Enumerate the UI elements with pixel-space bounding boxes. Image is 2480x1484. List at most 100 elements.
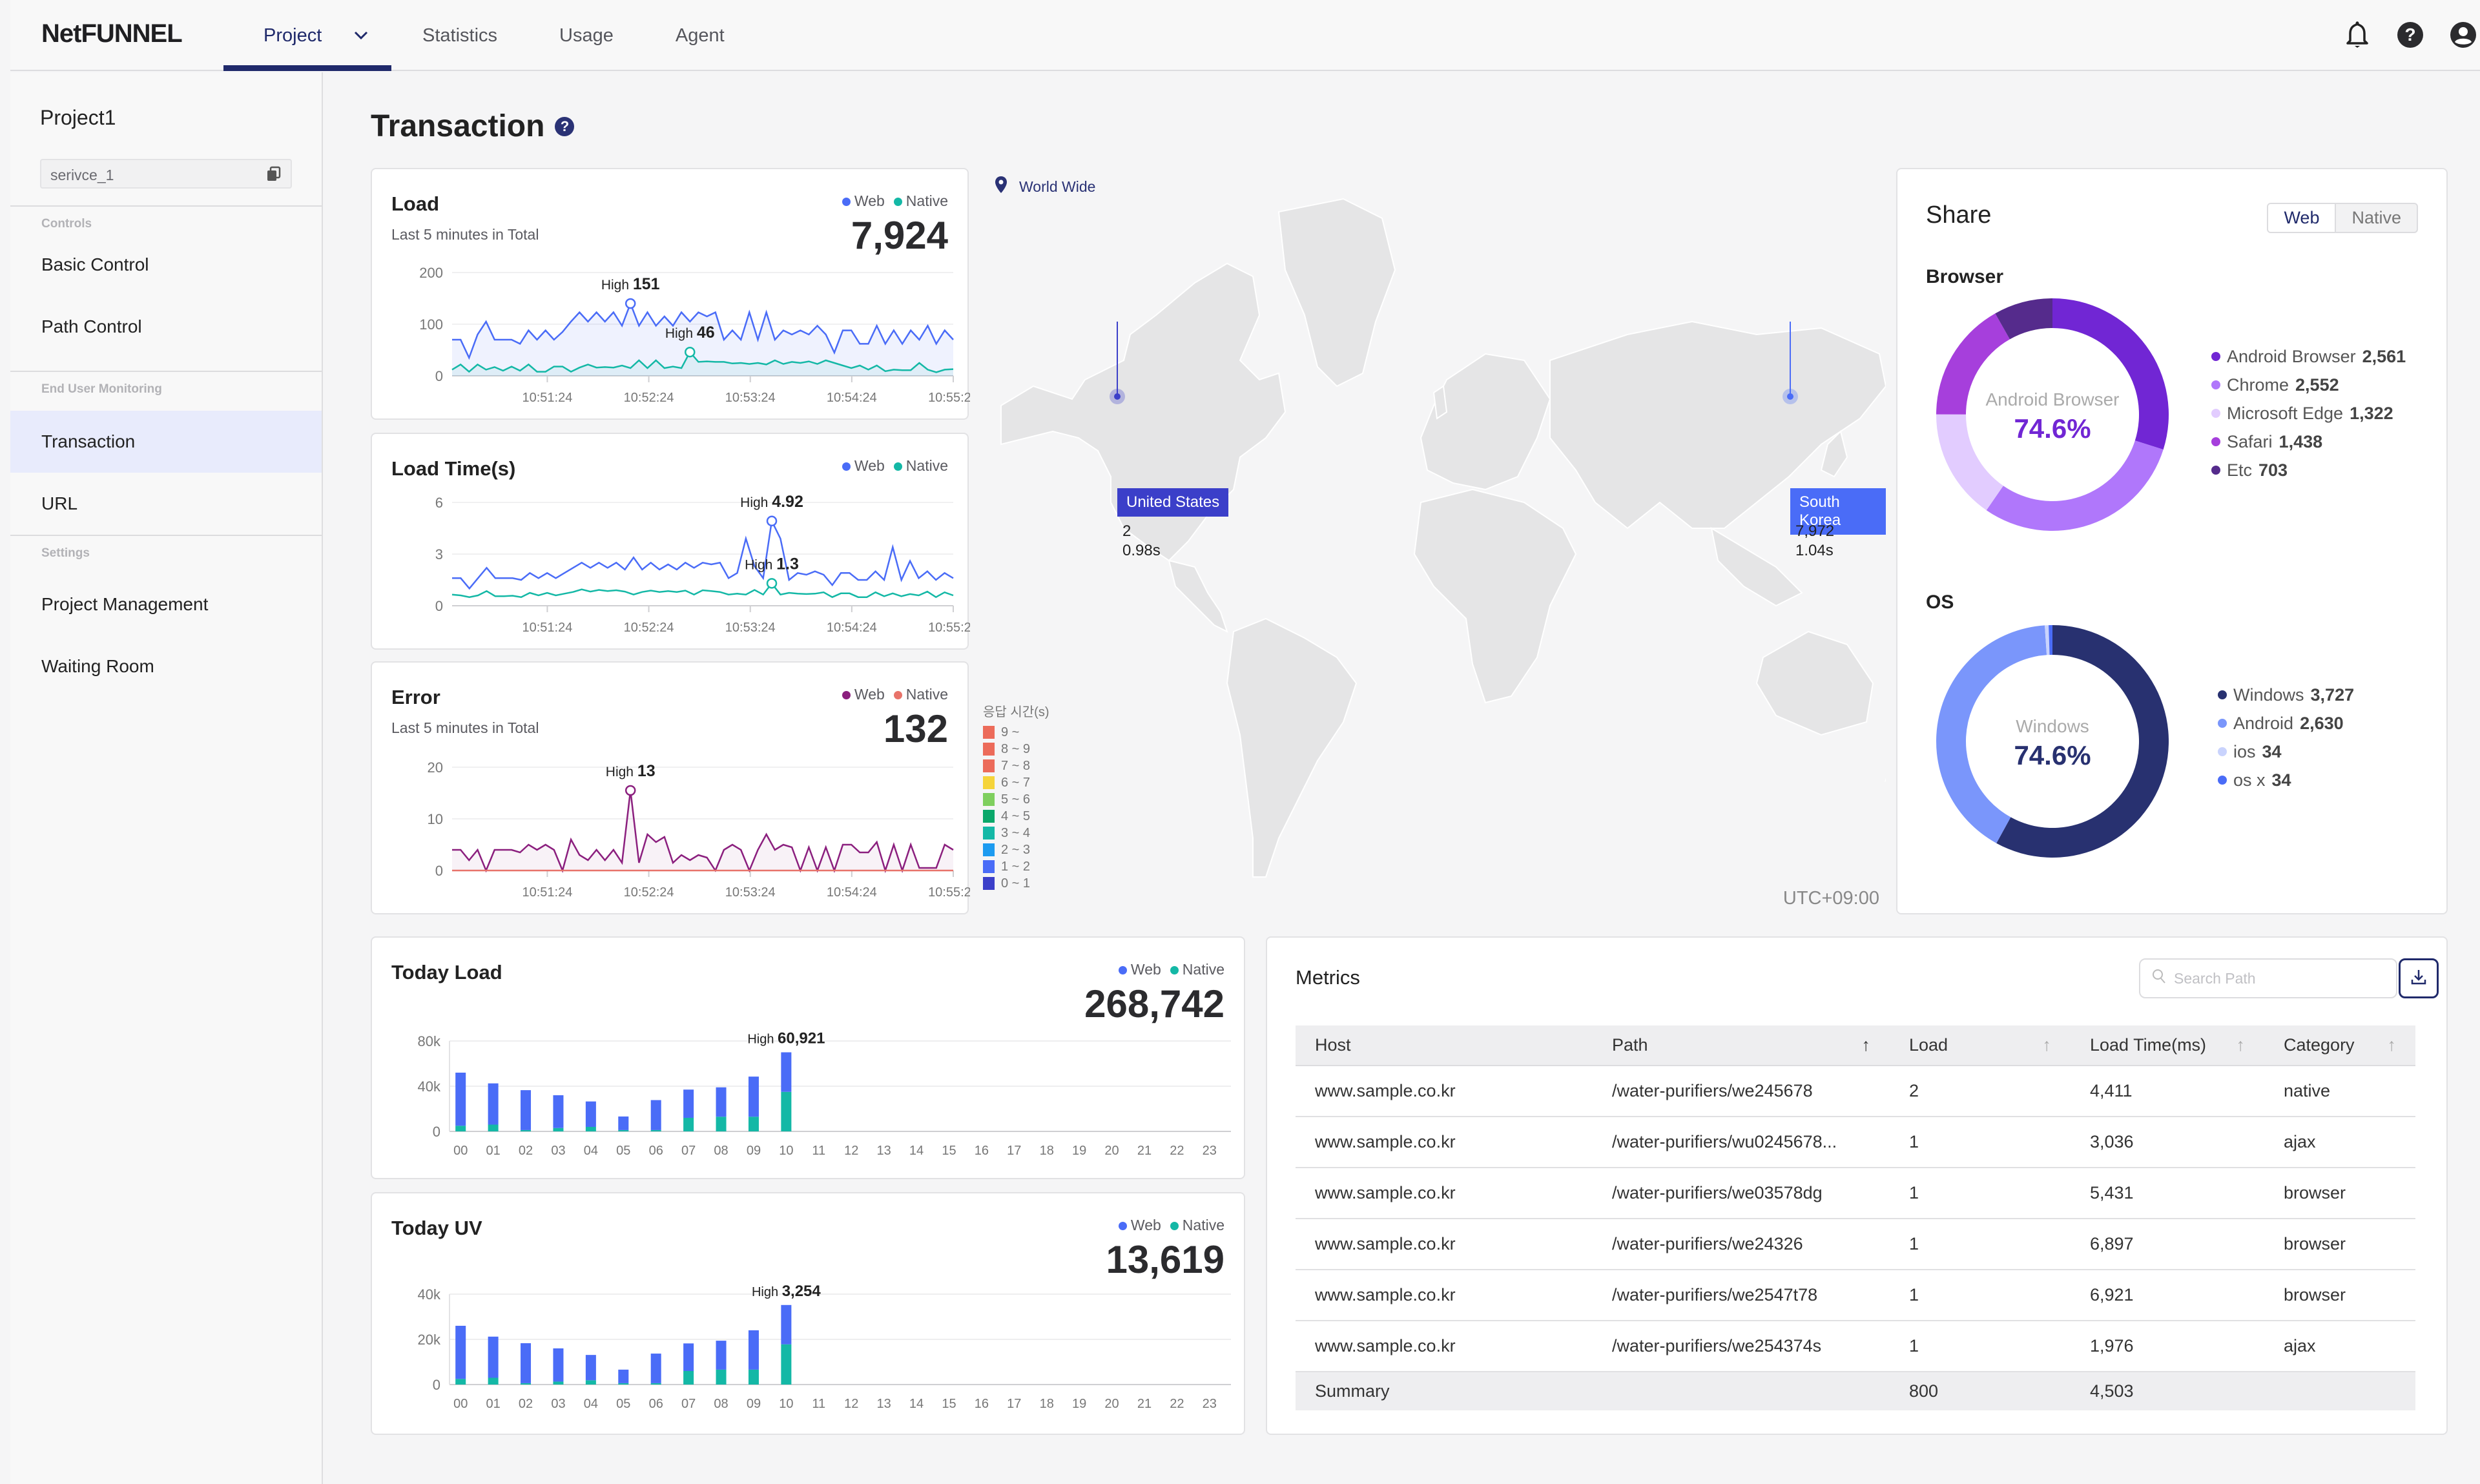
- legend-dot: [2218, 690, 2227, 699]
- load-time-card: Load Time(s) Web Native 0 3 6 10:51:24 10:52…: [371, 433, 970, 650]
- high-annotation: High 60,921: [747, 1030, 825, 1047]
- bar-native: [781, 1344, 792, 1385]
- legend-swatch: [983, 776, 995, 789]
- y-tick-label: 20: [428, 759, 443, 776]
- bar-native: [650, 1129, 661, 1131]
- map-marker-label-us[interactable]: United States: [1117, 488, 1229, 517]
- bar-native: [553, 1381, 564, 1385]
- legend-label: 6 ~ 7: [1001, 775, 1031, 790]
- table-row[interactable]: www.sample.co.kr/water-purifiers/wu02456…: [1296, 1117, 2415, 1168]
- project-name: Project1: [40, 106, 116, 129]
- help-icon[interactable]: ?: [555, 116, 575, 136]
- table-row[interactable]: www.sample.co.kr/water-purifiers/we24326…: [1296, 1219, 2415, 1270]
- table-row[interactable]: www.sample.co.kr/water-purifiers/we24567…: [1296, 1066, 2415, 1117]
- divider: [10, 205, 322, 207]
- table-row[interactable]: www.sample.co.kr/water-purifiers/we25437…: [1296, 1321, 2415, 1372]
- column-header-category[interactable]: Category ↑: [2264, 1025, 2415, 1066]
- cell-host: www.sample.co.kr: [1296, 1117, 1593, 1168]
- legend-label: ios: [2233, 742, 2256, 761]
- donut-center-value: 74.6%: [2014, 740, 2091, 770]
- cell-path: /water-purifiers/wu0245678...: [1593, 1117, 1890, 1168]
- sidebar-item-project-management[interactable]: Project Management: [10, 573, 322, 635]
- nav-item-project[interactable]: Project: [223, 0, 391, 71]
- legend-label: 1 ~ 2: [1001, 859, 1031, 874]
- donut-slice-chrome: [1986, 440, 2164, 531]
- cell-load: 1: [1890, 1117, 2071, 1168]
- nav-item-usage[interactable]: Usage: [528, 0, 645, 71]
- toggle-web[interactable]: Web: [2268, 204, 2337, 232]
- app-logo[interactable]: NetFUNNEL: [41, 19, 183, 48]
- column-header-load[interactable]: Load ↑: [1890, 1025, 2071, 1066]
- column-header-host[interactable]: Host: [1296, 1025, 1593, 1066]
- x-tick-label: 10: [779, 1397, 793, 1411]
- bar-native: [781, 1091, 792, 1131]
- column-header-load-time[interactable]: Load Time(ms) ↑: [2071, 1025, 2264, 1066]
- x-tick-label: 08: [714, 1144, 728, 1158]
- x-tick-label: 01: [486, 1397, 501, 1411]
- search-path-input[interactable]: [2174, 969, 2381, 987]
- legend-dot: [2211, 437, 2220, 446]
- download-button[interactable]: [2399, 958, 2439, 998]
- map-greenland: [1277, 198, 1396, 387]
- sort-arrow-icon[interactable]: ↑: [2043, 1035, 2052, 1055]
- high-point-marker: [766, 515, 778, 527]
- table-row[interactable]: www.sample.co.kr/water-purifiers/we03578…: [1296, 1168, 2415, 1219]
- legend-dot: [2211, 380, 2220, 389]
- bar-web: [650, 1100, 661, 1130]
- search-path-field[interactable]: [2139, 958, 2397, 998]
- sort-arrow-icon[interactable]: ↑: [2388, 1035, 2397, 1055]
- sidebar-item-url[interactable]: URL: [10, 473, 322, 535]
- x-tick-label: 02: [519, 1397, 533, 1411]
- legend-dot: [2218, 747, 2227, 756]
- cell-host: www.sample.co.kr: [1296, 1219, 1593, 1270]
- sidebar-item-waiting-room[interactable]: Waiting Room: [10, 635, 322, 697]
- legend-swatch: [983, 843, 995, 856]
- response-time-legend: 응답 시간(s) 9 ~ 8 ~ 9 7 ~ 8 6 ~ 7 5 ~ 6 4 ~ 5 3 ~…: [983, 701, 1049, 892]
- service-id-field[interactable]: serivce_1: [40, 159, 292, 189]
- world-map: [1000, 198, 1886, 878]
- section-label-settings: Settings: [41, 546, 90, 560]
- legend-dot: [2218, 719, 2227, 728]
- error-line-chart: 0 10 20 10:51:24 10:52:24 10:53:24 10:54:24 10:…: [428, 759, 970, 900]
- x-tick-label: 10:54:24: [827, 621, 877, 635]
- nav-item-statistics[interactable]: Statistics: [391, 0, 528, 71]
- copy-icon[interactable]: [266, 166, 282, 187]
- bar-native: [716, 1369, 727, 1385]
- sidebar-item-path-control[interactable]: Path Control: [10, 296, 322, 358]
- bar-native: [585, 1380, 596, 1385]
- help-icon[interactable]: ?: [2393, 18, 2427, 52]
- high-point-marker: [625, 298, 636, 309]
- sort-arrow-icon[interactable]: ↑: [1862, 1035, 1871, 1055]
- column-header-path[interactable]: Path ↑: [1593, 1025, 1890, 1066]
- legend-dot: [2211, 409, 2220, 418]
- bar-native: [683, 1371, 694, 1385]
- x-tick-label: 09: [747, 1397, 761, 1411]
- bell-icon[interactable]: [2340, 18, 2374, 52]
- toggle-native[interactable]: Native: [2336, 204, 2417, 232]
- nav-item-agent[interactable]: Agent: [645, 0, 756, 71]
- sort-arrow-icon[interactable]: ↑: [2237, 1035, 2246, 1055]
- load-card: Load Last 5 minutes in Total Web Native …: [371, 168, 970, 420]
- legend-item: Android Browser 2,561: [2211, 342, 2406, 371]
- bar-native: [488, 1124, 499, 1131]
- x-tick-label: 10:51:24: [522, 885, 573, 900]
- sidebar-item-basic-control[interactable]: Basic Control: [10, 234, 322, 296]
- map-south-america: [1226, 617, 1358, 878]
- x-tick-label: 01: [486, 1144, 501, 1158]
- page-title-text: Transaction: [371, 109, 545, 143]
- cell-load-time: 5,431: [2071, 1168, 2264, 1219]
- legend-label: 2 ~ 3: [1001, 842, 1031, 857]
- chevron-down-icon[interactable]: [354, 27, 368, 44]
- cell-load: 2: [1890, 1066, 2071, 1117]
- section-label-eum: End User Monitoring: [41, 382, 162, 396]
- account-icon[interactable]: [2446, 18, 2480, 52]
- legend-label: 3 ~ 4: [1001, 825, 1031, 840]
- metrics-card: Metrics Host Path↑ Load↑ Load Time(ms)↑ …: [1266, 936, 2448, 1435]
- y-tick-label: 0: [433, 1377, 440, 1393]
- table-row[interactable]: www.sample.co.kr/water-purifiers/we2547t…: [1296, 1270, 2415, 1321]
- bar-web: [748, 1077, 759, 1117]
- map-australia: [1755, 630, 1874, 736]
- x-tick-label: 14: [909, 1144, 924, 1158]
- sidebar-item-transaction[interactable]: Transaction: [10, 411, 322, 473]
- legend-item: Chrome 2,552: [2211, 371, 2406, 399]
